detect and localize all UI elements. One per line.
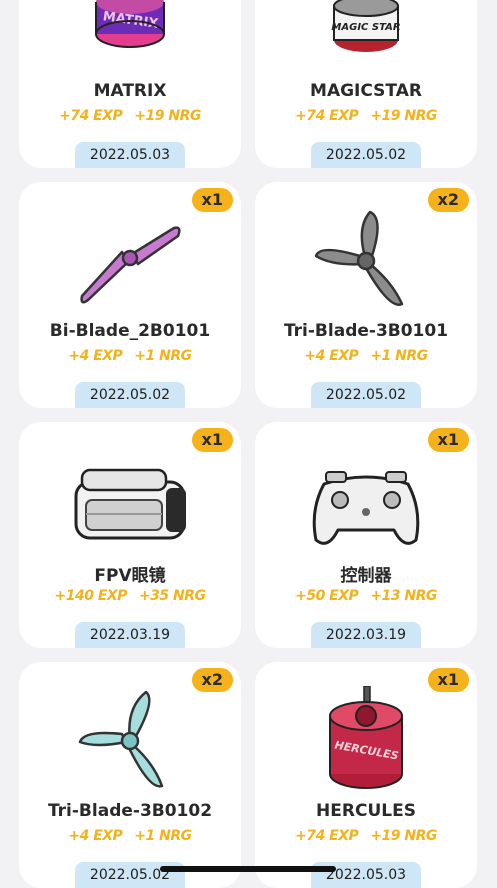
- nrg-reward: +13 NRG: [370, 588, 437, 604]
- quantity-badge: x1: [191, 428, 233, 452]
- item-rewards: +4 EXP +1 NRG: [19, 348, 241, 364]
- exp-reward: +4 EXP: [304, 348, 359, 364]
- bi-blade-propeller-icon: [80, 226, 181, 304]
- quantity-badge: x2: [191, 668, 233, 692]
- item-card-matrix[interactable]: MATRIX MATRIX +74 EXP +19 NRG 2022.05.03: [19, 0, 241, 168]
- tri-blade-propeller-icon: [314, 210, 404, 306]
- nrg-reward: +1 NRG: [370, 348, 428, 364]
- quantity-badge: x1: [191, 188, 233, 212]
- item-date: 2022.05.02: [75, 382, 185, 408]
- item-card-fpv-goggles[interactable]: x1 FPV眼镜 +140 EXP +35 NRG 2022.03.19: [19, 422, 241, 648]
- exp-reward: +50 EXP: [295, 588, 359, 604]
- quantity-badge: x1: [427, 428, 469, 452]
- quantity-badge: x1: [427, 668, 469, 692]
- item-card-bi-blade[interactable]: x1 Bi-Blade_2B0101 +4 EXP +1 NRG 2022.05.…: [19, 182, 241, 408]
- item-name: HERCULES: [316, 801, 416, 821]
- item-name: Tri-Blade-3B0101: [283, 321, 449, 341]
- item-date: 2022.03.19: [311, 622, 421, 648]
- item-date: 2022.05.02: [311, 382, 421, 408]
- item-card-magicstar[interactable]: MAGIC STAR MAGICSTAR +74 EXP +19 NRG 2022…: [255, 0, 477, 168]
- exp-reward: +140 EXP: [54, 588, 127, 604]
- nrg-reward: +19 NRG: [134, 108, 201, 124]
- home-indicator[interactable]: [160, 866, 336, 872]
- item-name: Bi-Blade_2B0101: [49, 321, 211, 341]
- item-name: MAGICSTAR: [310, 81, 422, 101]
- controller-icon: [312, 471, 420, 545]
- item-date: 2022.05.02: [311, 142, 421, 168]
- motor-icon: HERCULES: [329, 686, 403, 789]
- exp-reward: +74 EXP: [295, 828, 359, 844]
- nrg-reward: +35 NRG: [138, 588, 206, 604]
- exp-reward: +4 EXP: [68, 348, 123, 364]
- item-rewards: +74 EXP +19 NRG: [255, 108, 477, 124]
- svg-text:MAGIC STAR: MAGIC STAR: [331, 22, 400, 33]
- nrg-reward: +1 NRG: [134, 828, 192, 844]
- item-name: MATRIX: [93, 81, 167, 101]
- quantity-badge: x2: [427, 188, 469, 212]
- nrg-reward: +19 NRG: [370, 828, 437, 844]
- item-date: 2022.03.19: [75, 622, 185, 648]
- fpv-goggles-icon: [74, 468, 186, 540]
- item-name: FPV眼镜: [94, 566, 166, 586]
- exp-reward: +74 EXP: [295, 108, 359, 124]
- item-date: 2022.05.03: [75, 142, 185, 168]
- tri-blade-propeller-icon: [78, 690, 164, 788]
- item-card-hercules[interactable]: x1 HERCULES HERCULES +74 EXP +19 NRG 2022…: [255, 662, 477, 888]
- item-rewards: +74 EXP +19 NRG: [255, 828, 477, 844]
- item-name: 控制器: [340, 566, 392, 586]
- exp-reward: +4 EXP: [68, 828, 123, 844]
- nrg-reward: +1 NRG: [134, 348, 192, 364]
- item-rewards: +140 EXP +35 NRG: [19, 588, 241, 604]
- item-rewards: +50 EXP +13 NRG: [255, 588, 477, 604]
- item-name: Tri-Blade-3B0102: [47, 801, 213, 821]
- item-rewards: +4 EXP +1 NRG: [19, 828, 241, 844]
- nrg-reward: +19 NRG: [370, 108, 437, 124]
- item-card-tri-blade-3b0101[interactable]: x2 Tri-Blade-3B0101 +4 EXP +1 NRG 2022.05…: [255, 182, 477, 408]
- item-rewards: +74 EXP +19 NRG: [19, 108, 241, 124]
- item-card-tri-blade-3b0102[interactable]: x2 Tri-Blade-3B0102 +4 EXP +1 NRG 2022.05…: [19, 662, 241, 888]
- exp-reward: +74 EXP: [59, 108, 123, 124]
- item-rewards: +4 EXP +1 NRG: [255, 348, 477, 364]
- item-card-controller[interactable]: x1 控制器 +50 EXP +13 NRG 2022.03.19: [255, 422, 477, 648]
